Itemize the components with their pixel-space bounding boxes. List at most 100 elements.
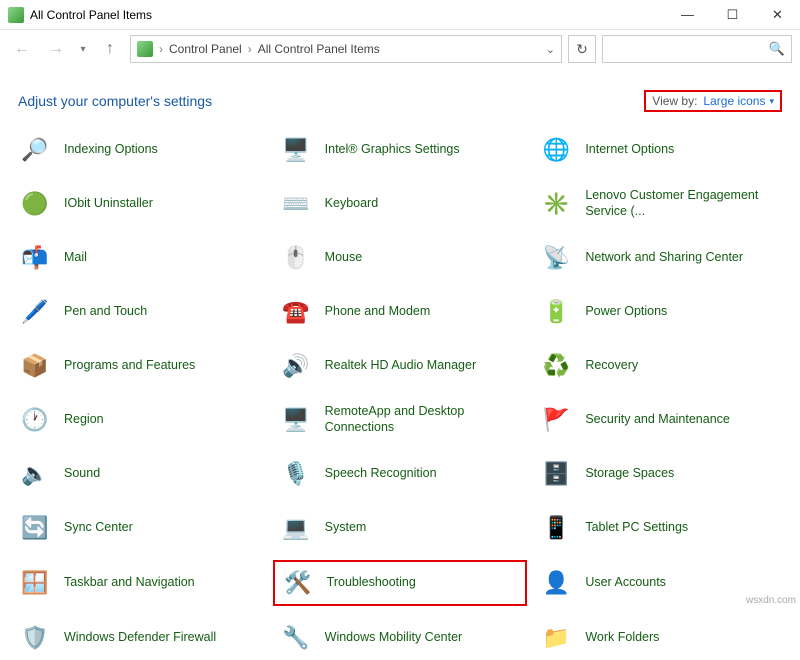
item-label: Tablet PC Settings [585,520,688,536]
mouse-icon: 🖱️ [279,241,313,275]
item-lenovo-customer[interactable]: ✳️Lenovo Customer Engagement Service (..… [533,182,788,226]
speech-recognition-icon: 🎙️ [279,457,313,491]
system-icon: 💻 [279,511,313,545]
item-sound[interactable]: 🔈Sound [12,452,267,496]
toolbar: ← → ▾ ↑ › Control Panel › All Control Pa… [0,30,800,68]
item-windows-defender-fw[interactable]: 🛡️Windows Defender Firewall [12,616,267,660]
item-label: Programs and Features [64,358,195,374]
item-indexing-options[interactable]: 🔎Indexing Options [12,128,267,172]
view-by-value[interactable]: Large icons [703,94,765,108]
item-storage-spaces[interactable]: 🗄️ Storage Spaces [533,452,788,496]
item-label: Security and Maintenance [585,412,730,428]
breadcrumb-sep: › [248,42,252,56]
indexing-options-icon: 🔎 [18,133,52,167]
item-label: Mail [64,250,87,266]
item-work-folders[interactable]: 📁 Work Folders [533,616,788,660]
item-recovery[interactable]: ♻️Recovery [533,344,788,388]
item-mail[interactable]: 📬Mail [12,236,267,280]
maximize-button[interactable]: ☐ [710,0,755,29]
troubleshooting-icon: 🛠️ [281,566,315,600]
item-label: Pen and Touch [64,304,147,320]
breadcrumb-all-items[interactable]: All Control Panel Items [258,42,380,56]
item-programs-features[interactable]: 📦 Programs and Features [12,344,267,388]
programs-features-icon: 📦 [18,349,52,383]
close-button[interactable]: ✕ [755,0,800,29]
internet-options-icon: 🌐 [539,133,573,167]
item-tablet-pc[interactable]: 📱 Tablet PC Settings [533,506,788,550]
remoteapp-icon: 🖥️ [279,403,313,437]
item-label: Work Folders [585,630,659,646]
item-network-sharing[interactable]: 📡Network and Sharing Center [533,236,788,280]
keyboard-icon: ⌨️ [279,187,313,221]
item-label: Intel® Graphics Settings [325,142,460,158]
item-label: Troubleshooting [327,575,416,591]
intel-graphics-icon: 🖥️ [279,133,313,167]
item-security-maintenance[interactable]: 🚩 Security and Maintenance [533,398,788,442]
control-panel-icon [137,41,153,57]
item-mouse[interactable]: 🖱️ Mouse [273,236,528,280]
window-buttons: — ☐ ✕ [665,0,800,29]
search-input[interactable] [609,42,769,56]
item-label: Keyboard [325,196,379,212]
item-intel-graphics[interactable]: 🖥️ Intel® Graphics Settings [273,128,528,172]
item-windows-mobility[interactable]: 🔧Windows Mobility Center [273,616,528,660]
sync-center-icon: 🔄 [18,511,52,545]
pen-touch-icon: 🖊️ [18,295,52,329]
item-pen-touch[interactable]: 🖊️ Pen and Touch [12,290,267,334]
item-speech-recognition[interactable]: 🎙️ Speech Recognition [273,452,528,496]
item-power-options[interactable]: 🔋Power Options [533,290,788,334]
item-label: Internet Options [585,142,674,158]
view-by-label: View by: [652,94,697,108]
item-sync-center[interactable]: 🔄 Sync Center [12,506,267,550]
work-folders-icon: 📁 [539,621,573,655]
titlebar: All Control Panel Items — ☐ ✕ [0,0,800,30]
item-troubleshooting[interactable]: 🛠️ Troubleshooting [273,560,528,606]
phone-modem-icon: ☎️ [279,295,313,329]
chevron-down-icon[interactable]: ▾ [769,96,774,107]
item-label: Mouse [325,250,363,266]
tablet-pc-icon: 📱 [539,511,573,545]
item-label: Region [64,412,104,428]
item-remoteapp[interactable]: 🖥️RemoteApp and Desktop Connections [273,398,528,442]
item-label: Phone and Modem [325,304,431,320]
windows-mobility-icon: 🔧 [279,621,313,655]
item-keyboard[interactable]: ⌨️ Keyboard [273,182,528,226]
view-by-control[interactable]: View by: Large icons ▾ [644,90,782,112]
item-iobit-uninstaller[interactable]: 🟢IObit Uninstaller [12,182,267,226]
minimize-button[interactable]: — [665,0,710,29]
item-label: Windows Defender Firewall [64,630,216,646]
item-realtek-audio[interactable]: 🔊Realtek HD Audio Manager [273,344,528,388]
refresh-button[interactable]: ↻ [568,35,596,63]
item-label: User Accounts [585,575,666,591]
item-label: Realtek HD Audio Manager [325,358,476,374]
storage-spaces-icon: 🗄️ [539,457,573,491]
power-options-icon: 🔋 [539,295,573,329]
address-dropdown-icon[interactable]: ⌄ [546,43,555,56]
item-internet-options[interactable]: 🌐 Internet Options [533,128,788,172]
iobit-uninstaller-icon: 🟢 [18,187,52,221]
search-box[interactable]: 🔍 [602,35,792,63]
item-label: Sound [64,466,100,482]
security-maintenance-icon: 🚩 [539,403,573,437]
item-label: System [325,520,367,536]
item-label: Taskbar and Navigation [64,575,195,591]
item-system[interactable]: 💻 System [273,506,528,550]
forward-button[interactable]: → [42,35,70,63]
item-taskbar-navigation[interactable]: 🪟Taskbar and Navigation [12,560,267,606]
history-dropdown[interactable]: ▾ [76,35,90,63]
network-sharing-icon: 📡 [539,241,573,275]
address-bar[interactable]: › Control Panel › All Control Panel Item… [130,35,562,63]
search-icon[interactable]: 🔍 [769,41,785,57]
item-region[interactable]: 🕐Region [12,398,267,442]
item-label: Sync Center [64,520,133,536]
breadcrumb-control-panel[interactable]: Control Panel [169,42,242,56]
item-label: Recovery [585,358,638,374]
breadcrumb-sep: › [159,42,163,56]
item-label: Speech Recognition [325,466,437,482]
lenovo-customer-icon: ✳️ [539,187,573,221]
item-phone-modem[interactable]: ☎️ Phone and Modem [273,290,528,334]
back-button[interactable]: ← [8,35,36,63]
page-title: Adjust your computer's settings [18,93,212,109]
up-button[interactable]: ↑ [96,35,124,63]
item-label: Storage Spaces [585,466,674,482]
